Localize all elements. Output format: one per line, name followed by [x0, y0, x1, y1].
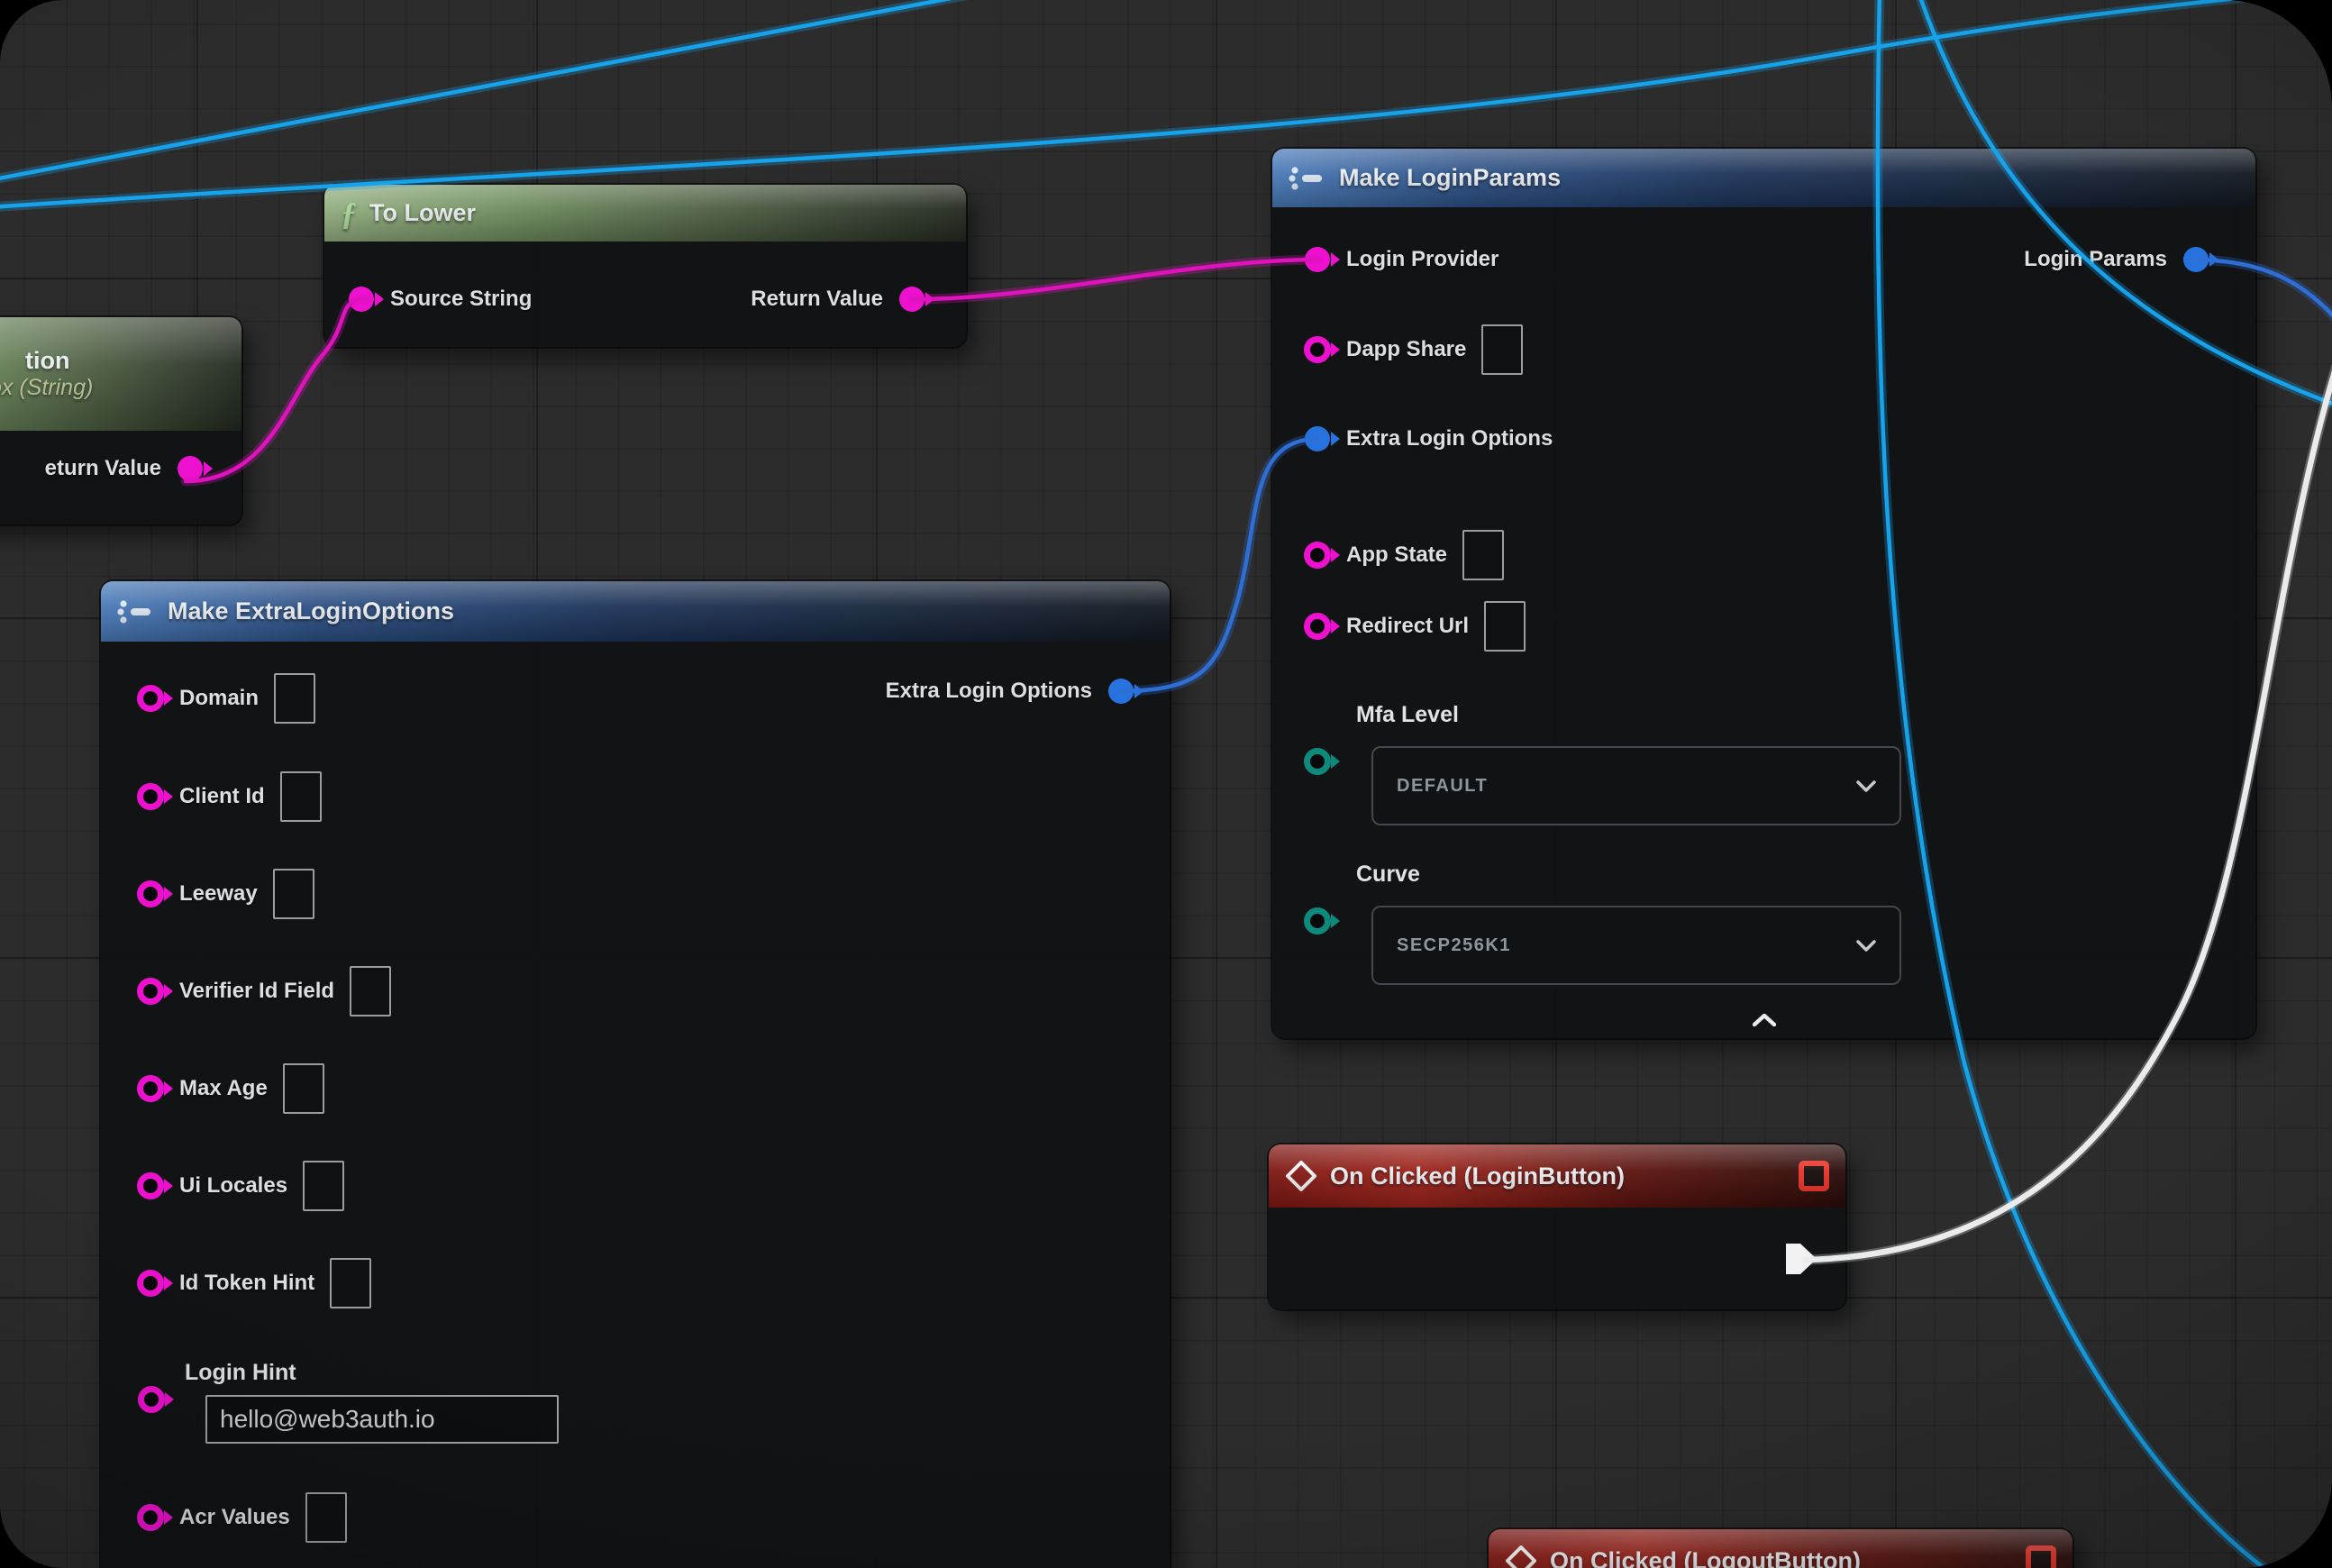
- pin-label-curve: Curve: [1356, 861, 1420, 888]
- string-input-pin[interactable]: [137, 1172, 164, 1199]
- acr-values-value-box[interactable]: [305, 1492, 347, 1543]
- ui-locales-value-box[interactable]: [303, 1161, 344, 1211]
- node-on-clicked-logout-button[interactable]: On Clicked (LogoutButton): [1489, 1529, 2072, 1568]
- delegate-output-pin[interactable]: [2026, 1545, 2056, 1568]
- chevron-down-icon: [1856, 940, 1876, 952]
- blueprint-graph-canvas[interactable]: tion ox (String) eturn Value ƒ To Lower …: [0, 0, 2332, 1568]
- node-header[interactable]: tion ox (String): [0, 317, 241, 431]
- string-output-pin[interactable]: [898, 286, 925, 313]
- string-input-pin[interactable]: [137, 1270, 164, 1297]
- event-diamond-icon: [1285, 1160, 1317, 1192]
- node-title: Make ExtraLoginOptions: [168, 597, 454, 625]
- pin-label-verifier-id-field: Verifier Id Field: [179, 979, 334, 1004]
- pin-label-extra-login-options-out: Extra Login Options: [886, 679, 1092, 704]
- cyan-wire[interactable]: [0, 0, 1027, 180]
- node-make-extra-login-options[interactable]: Make ExtraLoginOptions Domain Client Id …: [101, 581, 1170, 1568]
- string-input-pin[interactable]: [137, 978, 164, 1005]
- string-input-pin[interactable]: [1304, 336, 1331, 363]
- node-title: On Clicked (LoginButton): [1330, 1162, 1625, 1190]
- enum-input-pin[interactable]: [1304, 748, 1331, 775]
- string-input-pin[interactable]: [1304, 613, 1331, 640]
- verifier-id-field-value-box[interactable]: [350, 966, 391, 1016]
- exec-output-pin[interactable]: [1786, 1244, 1818, 1274]
- node-title: Make LoginParams: [1339, 164, 1561, 192]
- pin-label-login-provider: Login Provider: [1346, 247, 1498, 272]
- enum-input-pin[interactable]: [1304, 907, 1331, 934]
- node-header[interactable]: On Clicked (LogoutButton): [1489, 1529, 2072, 1568]
- collapse-node-arrow[interactable]: [1753, 1014, 1776, 1026]
- struct-output-pin[interactable]: [1107, 678, 1134, 705]
- pin-label-max-age: Max Age: [179, 1076, 268, 1101]
- node-header[interactable]: On Clicked (LoginButton): [1269, 1144, 1845, 1208]
- string-input-pin[interactable]: [137, 783, 164, 810]
- string-wire: [912, 260, 1317, 299]
- login-hint-input[interactable]: hello@web3auth.io: [205, 1395, 559, 1444]
- pin-label-mfa-level: Mfa Level: [1356, 702, 1459, 728]
- pin-label-login-params-out: Login Params: [2024, 247, 2167, 272]
- string-input-pin[interactable]: [137, 1504, 164, 1531]
- client-id-value-box[interactable]: [280, 771, 322, 822]
- pin-label-return-value: Return Value: [751, 287, 883, 312]
- mfa-level-dropdown[interactable]: DEFAULT: [1371, 746, 1901, 825]
- string-input-pin[interactable]: [1304, 542, 1331, 569]
- string-input-pin[interactable]: [348, 286, 375, 313]
- node-on-clicked-login-button[interactable]: On Clicked (LoginButton): [1269, 1144, 1845, 1309]
- redirect-url-value-box[interactable]: [1484, 601, 1526, 652]
- dapp-share-value-box[interactable]: [1481, 324, 1523, 375]
- leeway-value-box[interactable]: [273, 869, 314, 919]
- pin-label-return-value-fragment: eturn Value: [45, 456, 161, 481]
- pin-label-redirect-url: Redirect Url: [1346, 614, 1469, 639]
- domain-value-box[interactable]: [274, 673, 315, 724]
- string-wire[interactable]: [912, 260, 1317, 299]
- blueprint-editor: tion ox (String) eturn Value ƒ To Lower …: [0, 0, 2332, 1568]
- node-get-selected-option[interactable]: tion ox (String) eturn Value: [0, 317, 241, 524]
- pin-label-client-id: Client Id: [179, 784, 265, 809]
- pin-label-domain: Domain: [179, 686, 259, 711]
- node-subtitle-fragment: ox (String): [0, 375, 93, 401]
- node-to-lower[interactable]: ƒ To Lower Source String Return Value: [324, 185, 966, 347]
- string-input-pin[interactable]: [1304, 246, 1331, 273]
- make-struct-icon: [117, 599, 155, 624]
- app-state-value-box[interactable]: [1462, 530, 1504, 580]
- node-header[interactable]: Make ExtraLoginOptions: [101, 581, 1170, 642]
- curve-value: SECP256K1: [1397, 935, 1511, 956]
- node-make-login-params[interactable]: Make LoginParams Login Provider Dapp Sha…: [1272, 149, 2255, 1038]
- pin-label-dapp-share: Dapp Share: [1346, 337, 1466, 362]
- string-input-pin[interactable]: [137, 880, 164, 907]
- pin-label-ui-locales: Ui Locales: [179, 1173, 287, 1199]
- id-token-hint-value-box[interactable]: [330, 1258, 371, 1308]
- curve-dropdown[interactable]: SECP256K1: [1371, 906, 1901, 985]
- struct-input-pin[interactable]: [1304, 425, 1331, 452]
- mfa-level-value: DEFAULT: [1397, 776, 1488, 797]
- pin-label-id-token-hint: Id Token Hint: [179, 1271, 314, 1296]
- string-input-pin[interactable]: [137, 1075, 164, 1102]
- make-struct-icon: [1289, 166, 1326, 191]
- struct-output-pin[interactable]: [2182, 246, 2209, 273]
- function-icon: ƒ: [341, 197, 357, 230]
- pin-label-source-string: Source String: [390, 287, 532, 312]
- node-title: On Clicked (LogoutButton): [1550, 1547, 1861, 1568]
- string-output-pin[interactable]: [177, 455, 204, 482]
- pin-label-leeway: Leeway: [179, 881, 258, 907]
- node-title-fragment: tion: [25, 347, 69, 375]
- string-input-pin[interactable]: [138, 1386, 165, 1413]
- string-input-pin[interactable]: [137, 685, 164, 712]
- pin-label-acr-values: Acr Values: [179, 1505, 290, 1530]
- chevron-down-icon: [1856, 780, 1876, 792]
- delegate-output-pin[interactable]: [1799, 1161, 1829, 1191]
- pin-label-login-hint: Login Hint: [185, 1360, 296, 1386]
- node-title: To Lower: [369, 199, 476, 227]
- node-header[interactable]: Make LoginParams: [1272, 149, 2255, 207]
- event-diamond-icon: [1505, 1545, 1537, 1568]
- cyan-wire: [0, 0, 1027, 180]
- pin-label-app-state: App State: [1346, 542, 1447, 568]
- node-header[interactable]: ƒ To Lower: [324, 185, 966, 242]
- pin-label-extra-login-options-in: Extra Login Options: [1346, 426, 1553, 451]
- max-age-value-box[interactable]: [283, 1063, 324, 1114]
